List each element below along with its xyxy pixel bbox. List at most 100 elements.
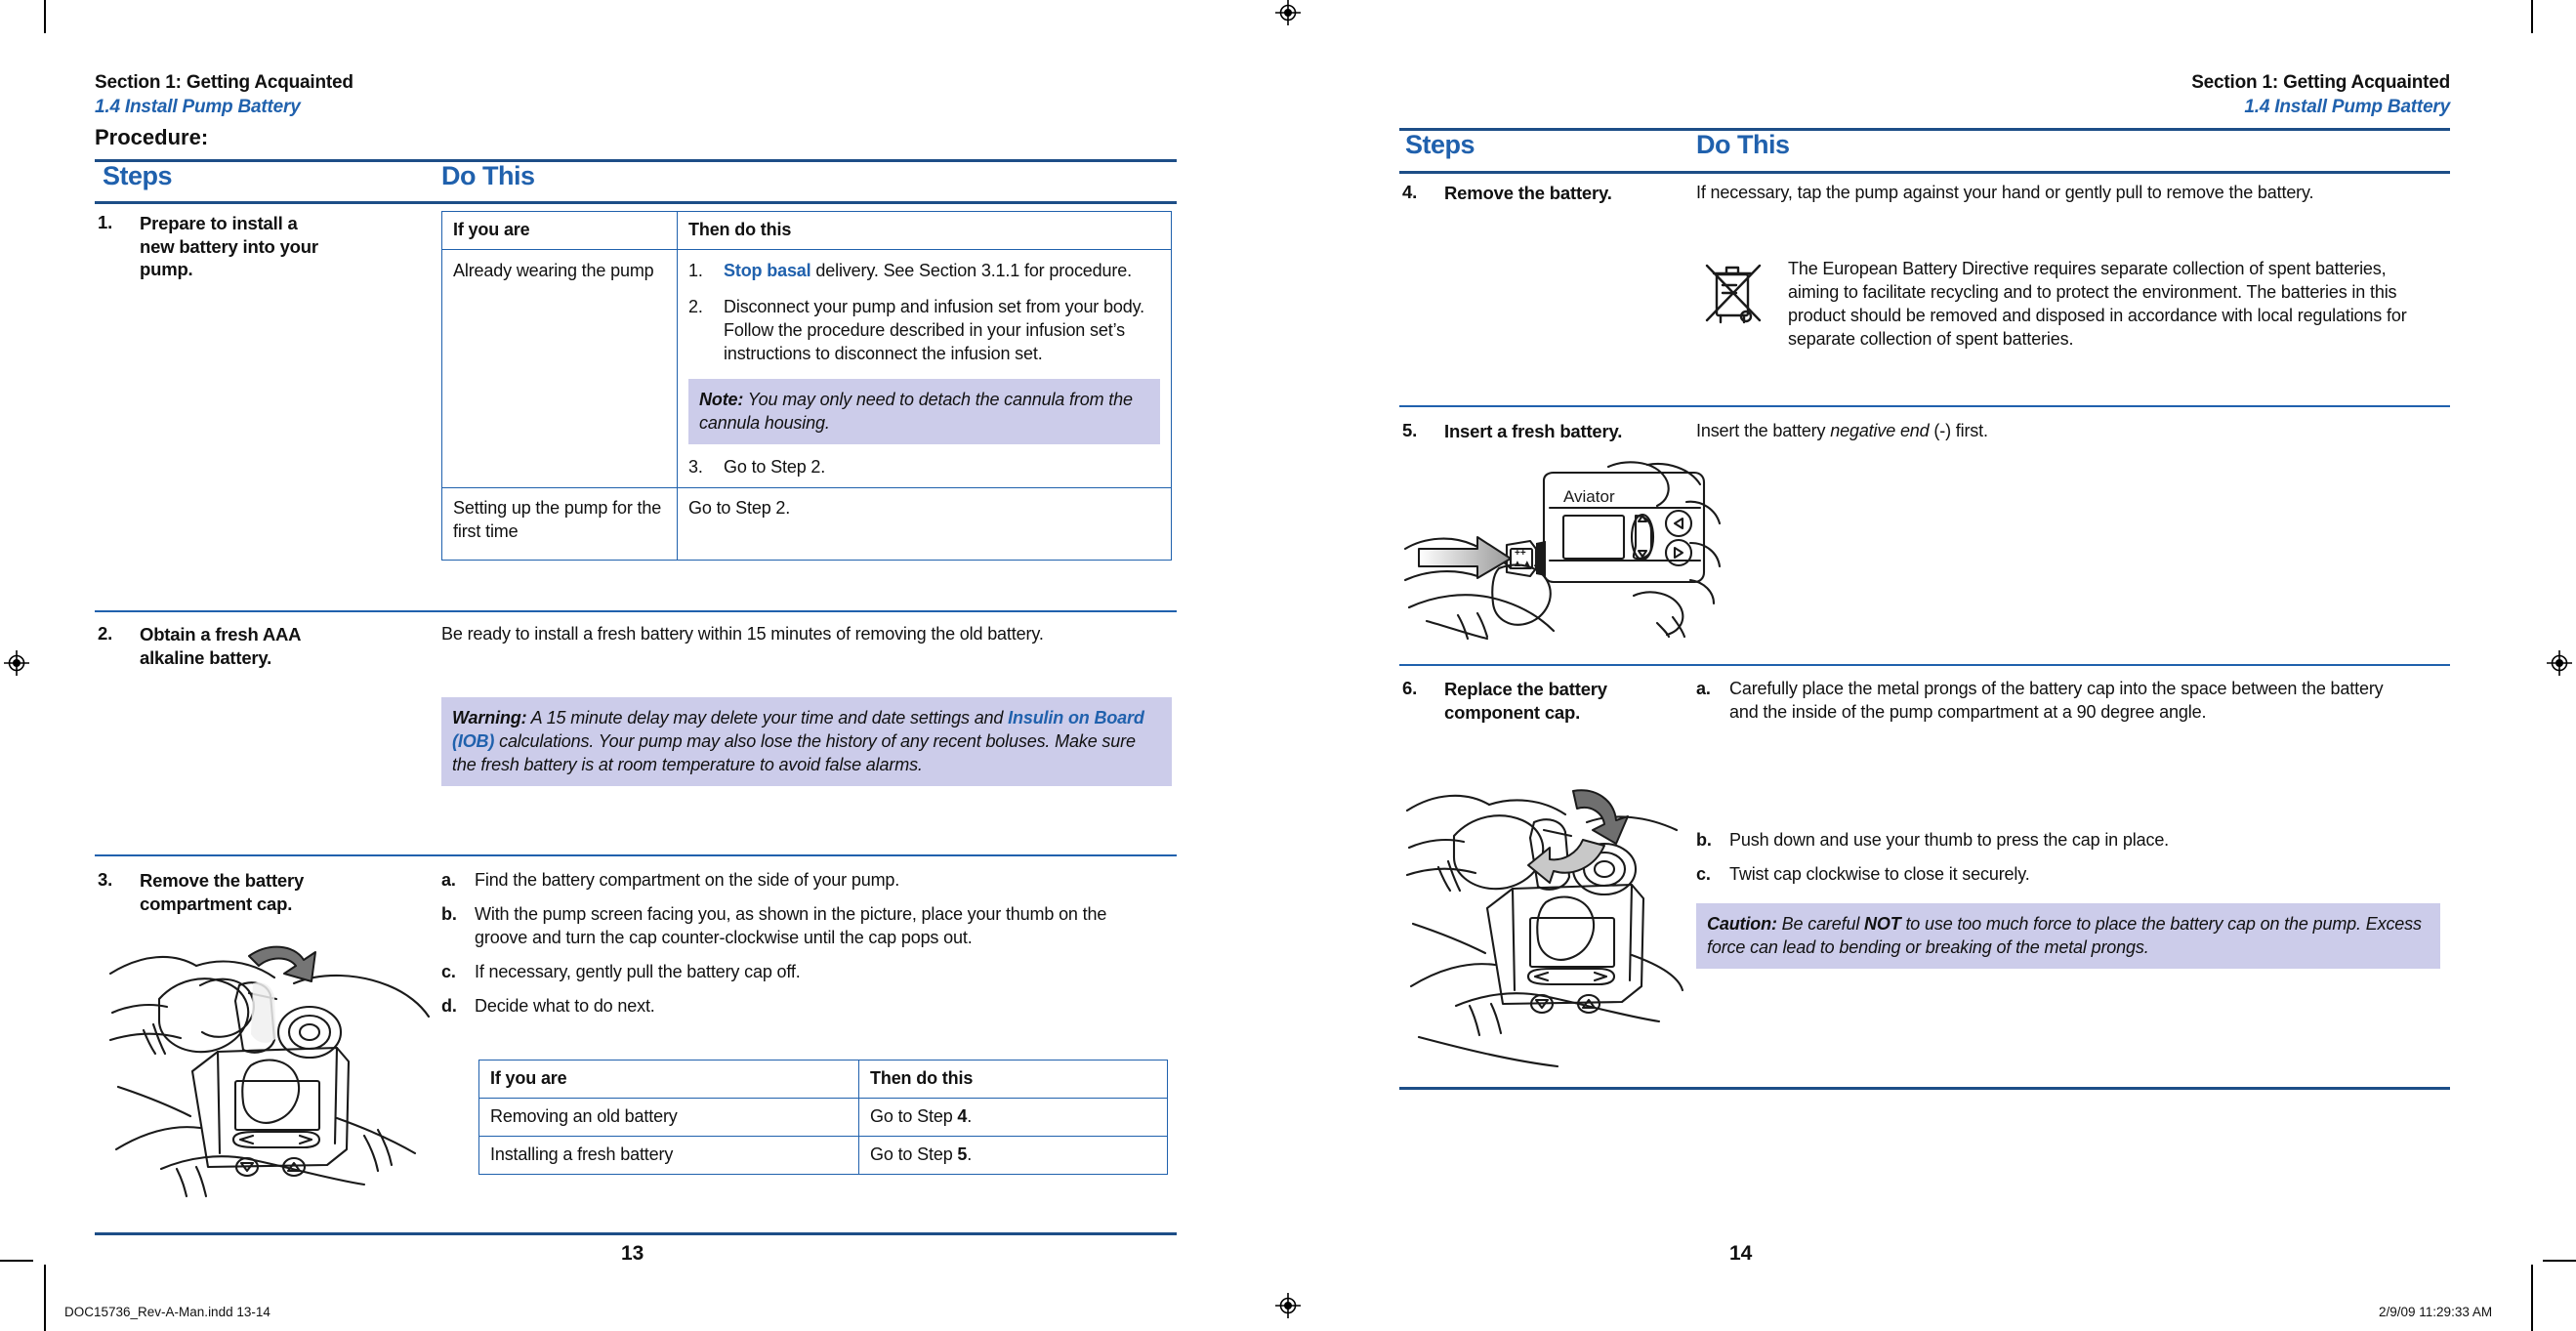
warning-callout: Warning: A 15 minute delay may delete yo… (441, 697, 1172, 787)
footer-rule-left (95, 1232, 1177, 1235)
step-2-title: Obtain a fresh AAA alkaline battery. (140, 624, 301, 668)
battery-directive-text: The European Battery Directive requires … (1788, 259, 2407, 349)
insert-battery-illustration: ++ ▲▲▲ Aviator (1401, 459, 1724, 640)
list-item: 3. Go to Step 2. (688, 456, 1160, 479)
warning-label: Warning: (452, 708, 527, 728)
table-row: Installing a fresh battery Go to Step 5. (478, 1135, 1168, 1175)
goto-suffix: . (967, 1105, 973, 1126)
page-number-right: 14 (1729, 1242, 1753, 1265)
list-marker: c. (1696, 863, 1711, 884)
step-3-divider (95, 854, 1177, 856)
column-header-do-this: Do This (441, 161, 535, 190)
page-number-left: 13 (621, 1242, 644, 1265)
list-marker: 2. (688, 296, 703, 316)
list-item-text: Find the battery compartment on the side… (475, 870, 900, 890)
step-5-body-prefix: Insert the battery (1696, 421, 1831, 440)
column-header-bottom-rule (1399, 171, 2450, 174)
step-4-number: 4. (1402, 182, 1418, 202)
header-section-title: Section 1: Getting Acquainted (95, 72, 353, 93)
table-row: Already wearing the pump 1. Stop basal de… (441, 248, 1172, 488)
list-item: 1. Stop basal delivery. See Section 3.1.1… (688, 260, 1160, 283)
step-3-decision-table: If you are Then do this Removing an old … (478, 1060, 1168, 1175)
list-marker: a. (441, 870, 456, 890)
caution-keyword-not: NOT (1864, 914, 1901, 934)
table-col-then-do-this: Then do this (858, 1060, 1168, 1099)
step-6-sublist-bc: b. Push down and use your thumb to press … (1696, 829, 2409, 897)
goto-prefix: Go to Step (870, 1105, 958, 1126)
goto-suffix: . (967, 1144, 973, 1164)
page-right: Section 1: Getting Acquainted 1.4 Instal… (1288, 0, 2576, 1331)
step-4-title: Remove the battery. (1444, 183, 1612, 203)
table-col-then-do-this: Then do this (677, 211, 1172, 250)
header-subsection-title: 1.4 Install Pump Battery (2244, 97, 2450, 117)
column-header-top-rule (1399, 128, 2450, 131)
table-row: Removing an old battery Go to Step 4. (478, 1097, 1168, 1137)
cell-condition-wearing-pump: Already wearing the pump (441, 248, 678, 488)
cell-goto-step-5: Go to Step 5. (858, 1135, 1168, 1175)
cell-then-do-this-steps: 1. Stop basal delivery. See Section 3.1.1… (677, 248, 1172, 488)
list-marker: c. (441, 961, 456, 981)
svg-text:++: ++ (1515, 548, 1526, 559)
list-item: d. Decide what to do next. (441, 995, 1144, 1019)
cell-goto-step-2: Go to Step 2. (677, 486, 1172, 561)
print-timestamp-slug: 2/9/09 11:29:33 AM (2379, 1305, 2493, 1319)
list-marker: 1. (688, 260, 703, 280)
step-4-body: If necessary, tap the pump against your … (1696, 183, 2314, 202)
caution-callout: Caution: Be careful NOT to use too much … (1696, 903, 2440, 970)
list-item: a. Find the battery compartment on the si… (441, 869, 1144, 893)
cell-goto-step-4: Go to Step 4. (858, 1097, 1168, 1137)
footer-rule-right (1399, 1087, 2450, 1090)
step-1-title: Prepare to install a new battery into yo… (140, 213, 318, 280)
column-header-steps: Steps (1405, 130, 1475, 159)
page-left: Section 1: Getting Acquainted 1. 4 Instal… (0, 0, 1288, 1331)
list-marker: a. (1696, 679, 1711, 698)
list-marker: 3. (688, 456, 703, 477)
list-marker: d. (441, 995, 457, 1016)
step-5-title: Insert a fresh battery. (1444, 421, 1623, 441)
list-item-text: Decide what to do next. (475, 995, 655, 1016)
step-2-body: Be ready to install a fresh battery with… (441, 624, 1044, 644)
step-5-body-suffix: (-) first. (1929, 421, 1988, 440)
header-right: Section 1: Getting Acquainted 1.4 Instal… (1288, 72, 2450, 118)
list-item-text: delivery. See Section 3.1.1 for procedur… (810, 260, 1132, 280)
goto-step-number: 4 (957, 1105, 968, 1126)
list-item: 2. Disconnect your pump and infusion set … (688, 296, 1160, 366)
note-text: You may only need to detach the cannula … (699, 389, 1133, 433)
step-1-number: 1. (98, 212, 113, 232)
step-3-title: Remove the battery compartment cap. (140, 870, 305, 914)
step-5-body: Insert the battery negative end (-) firs… (1696, 420, 2399, 443)
procedure-label: Procedure: (95, 125, 209, 149)
note-label: Note: (699, 389, 744, 409)
stop-basal-link[interactable]: Stop basal (724, 261, 811, 280)
column-header-bottom-rule (95, 201, 1177, 204)
svg-text:▲▲▲: ▲▲▲ (1513, 559, 1542, 569)
list-item: c. Twist cap clockwise to close it secure… (1696, 863, 2409, 887)
pump-cap-removal-illustration (103, 923, 435, 1201)
goto-prefix: Go to Step (870, 1144, 958, 1164)
step-5-divider (1399, 405, 2450, 407)
table-col-if-you-are: If you are (441, 211, 678, 250)
step-6-title: Replace the battery component cap. (1444, 679, 1607, 723)
note-callout: Note: You may only need to detach the ca… (688, 378, 1160, 444)
list-item: a. Carefully place the metal prongs of th… (1696, 678, 2409, 725)
list-marker: b. (1696, 830, 1712, 850)
table-row: Setting up the pump for the first time G… (441, 486, 1172, 561)
list-item-text: Push down and use your thumb to press th… (1729, 830, 2170, 850)
svg-text:Aviator: Aviator (1563, 487, 1615, 506)
list-item: b. Push down and use your thumb to press … (1696, 829, 2409, 853)
table-col-if-you-are: If you are (478, 1060, 859, 1099)
column-header-steps: Steps (103, 161, 173, 190)
step-5-number: 5. (1402, 420, 1418, 440)
list-item: c. If necessary, gently pull the battery … (441, 961, 1144, 984)
step-6-divider (1399, 664, 2450, 666)
list-item-text: With the pump screen facing you, as show… (475, 903, 1107, 947)
step-1-decision-table: If you are Then do this Already wearing … (441, 211, 1172, 561)
cell-installing-fresh-battery: Installing a fresh battery (478, 1135, 859, 1175)
list-item-text: Disconnect your pump and infusion set fr… (724, 296, 1144, 363)
step-3-number: 3. (98, 869, 113, 890)
list-item-text: Go to Step 2. (724, 456, 826, 477)
crossed-out-wheelie-bin-icon (1703, 256, 1764, 328)
header-section-title: Section 1: Getting Acquainted (2191, 72, 2450, 93)
print-filename-slug: DOC15736_Rev-A-Man.indd 13-14 (64, 1305, 270, 1319)
cell-condition-first-time: Setting up the pump for the first time (441, 486, 678, 561)
